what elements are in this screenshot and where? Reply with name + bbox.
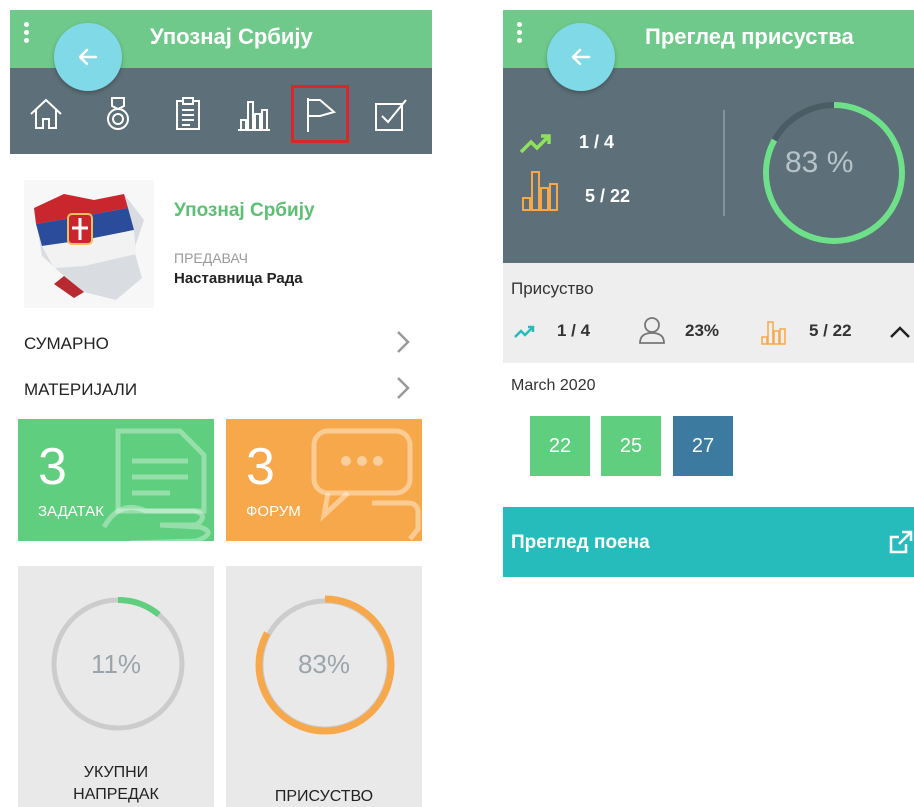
checkbox-icon[interactable] [370,94,410,134]
month-label: March 2020 [511,377,596,394]
course-logo [24,180,154,308]
attendance-screen: Преглед присуства 1 / 4 5 / 22 83 % Прис… [503,10,914,807]
chevron-right-icon [397,331,410,353]
day-cell[interactable]: 22 [530,416,590,476]
progress-caption: УКУПНИ НАПРЕДАК [18,762,214,806]
forum-label: ФОРУМ [246,503,301,520]
tasks-count: 3 [38,438,67,496]
clipboard-icon[interactable] [168,94,208,134]
chevron-up-icon[interactable] [889,325,911,339]
back-button[interactable] [54,23,122,91]
materials-label: МАТЕРИЈАЛИ [24,380,138,399]
user-icon [639,317,665,344]
attendance-summary: 1 / 4 5 / 22 83 % [503,68,914,263]
progress-caption-line2: НАПРЕДАК [73,786,159,803]
progress-caption-line1: УКУПНИ [83,764,149,781]
attendance-details: Присуство 1 / 4 23% 5 / 22 [503,263,914,363]
materials-row[interactable]: МАТЕРИЈАЛИ [10,366,432,410]
summary-percent: 83 % [785,146,854,179]
forum-tile[interactable]: 3 ФОРУМ [226,419,422,541]
medal-icon[interactable] [98,94,138,134]
attendance-trend: 1 / 4 [557,321,591,340]
course-screen: Упознај Србију Упознај Србију ПРЕДАВАЧ Н… [10,10,432,807]
open-external-icon[interactable] [888,529,914,555]
bar-chart-icon[interactable] [234,94,274,134]
lecturer-name: Наставница Рада [174,270,303,287]
tasks-label: ЗАДАТАК [38,503,104,520]
arrow-left-icon [78,48,98,66]
course-title: Упознај Србију [174,200,315,221]
lecturer-label: ПРЕДАВАЧ [174,250,249,266]
bar-chart-icon [522,171,558,211]
sessions-value: 5 / 22 [585,186,631,206]
progress-value: 11% [90,649,142,679]
forum-count: 3 [246,438,275,496]
flag-icon[interactable] [291,85,349,143]
attendance-share: 23% [685,321,720,340]
chat-bubbles-icon [311,428,421,541]
attendance-caption: ПРИСУСТВО [274,788,374,805]
summary-label: СУМАРНО [24,334,109,353]
trend-value: 1 / 4 [579,132,615,152]
back-button[interactable] [547,23,615,91]
chevron-right-icon [397,377,410,399]
attendance-sessions: 5 / 22 [809,321,852,340]
bar-chart-icon [761,321,786,345]
day-cell[interactable]: 25 [601,416,661,476]
day-cell[interactable]: 27 [673,416,733,476]
points-title: Преглед поена [511,532,650,553]
document-hand-icon [101,428,211,541]
course-card: Упознај Србију ПРЕДАВАЧ Наставница Рада [10,172,432,317]
arrow-left-icon [571,48,591,66]
summary-row[interactable]: СУМАРНО [10,320,432,364]
page-title: Упознај Србију [150,24,313,49]
overflow-menu-icon[interactable] [517,22,523,46]
attendance-card[interactable]: 83% ПРИСУСТВО [226,566,422,807]
serbia-map-flag-icon [34,194,144,300]
summary-divider [723,110,725,216]
progress-card[interactable]: 11% УКУПНИ НАПРЕДАК [18,566,214,807]
attendance-heading: Присуство [511,279,594,298]
home-icon[interactable] [26,94,66,134]
overflow-menu-icon[interactable] [24,22,30,46]
trend-up-icon [519,134,551,154]
page-title: Преглед присуства [645,24,854,49]
tasks-tile[interactable]: 3 ЗАДАТАК [18,419,214,541]
trend-up-icon [514,325,535,338]
attendance-value: 83% [297,649,351,679]
points-overview-bar[interactable]: Преглед поена [503,507,914,577]
